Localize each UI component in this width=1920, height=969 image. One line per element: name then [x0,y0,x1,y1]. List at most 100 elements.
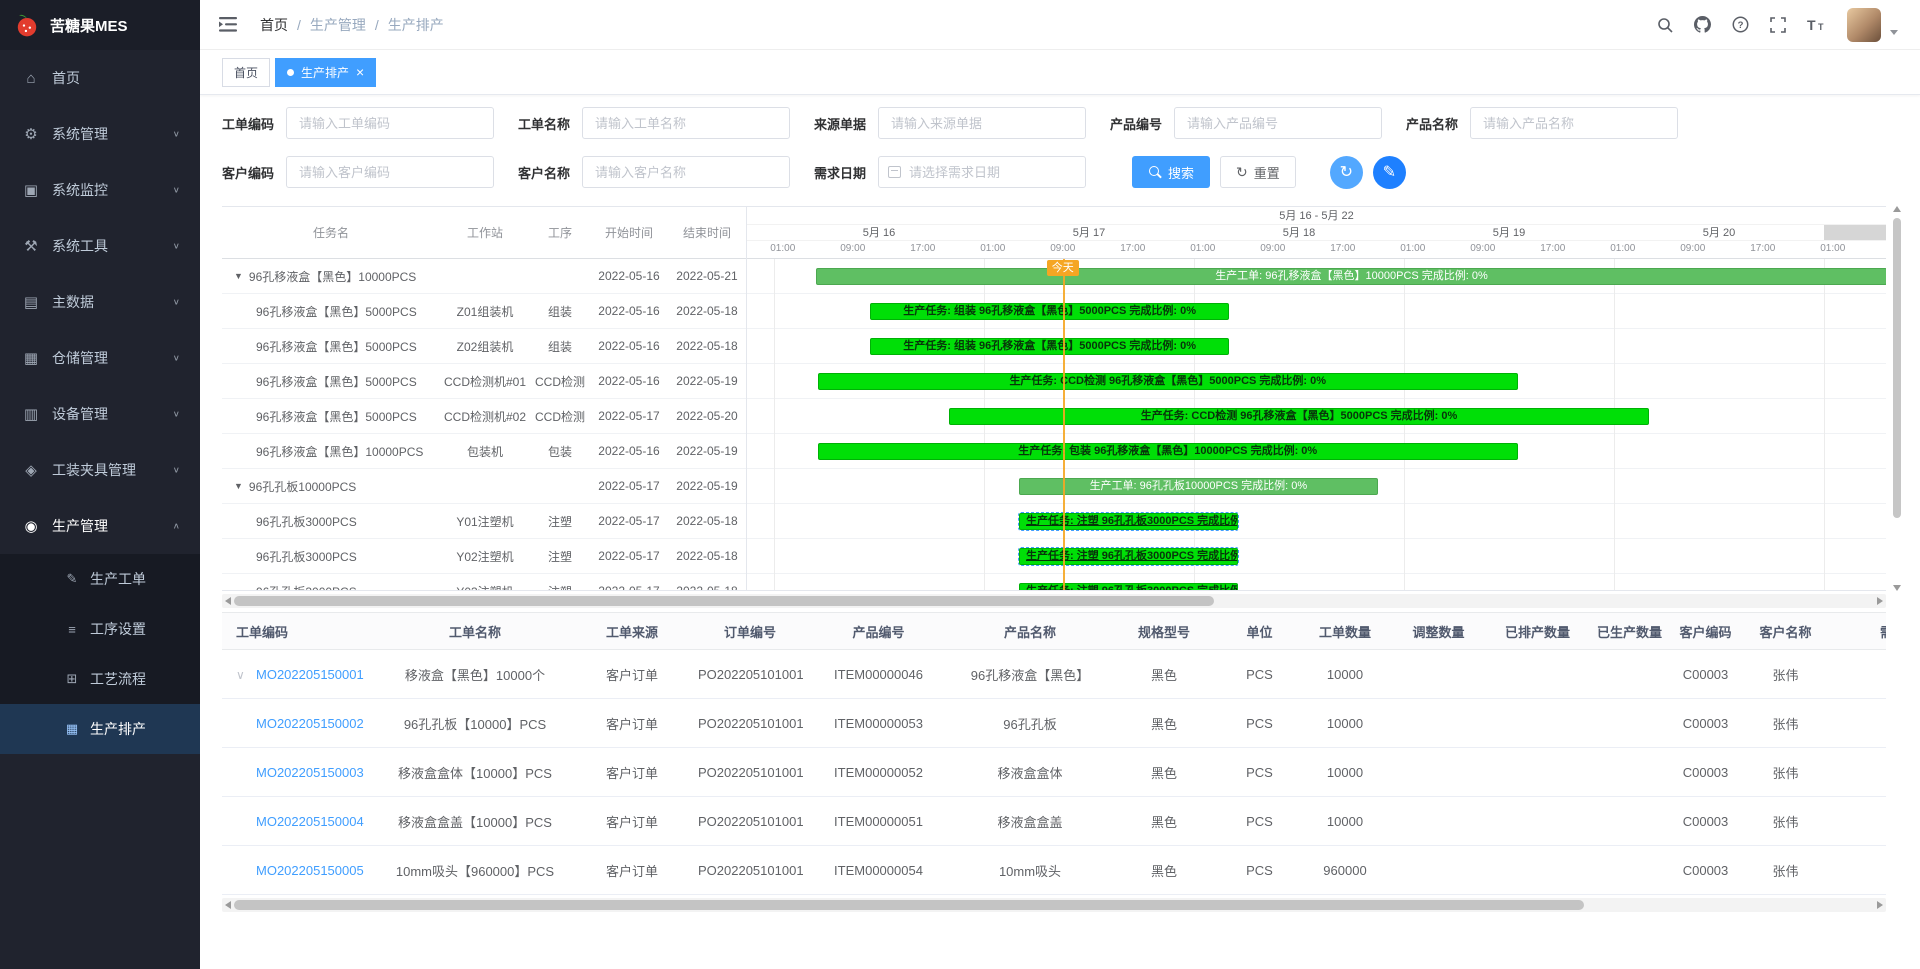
sidebar-item[interactable]: ⚒系统工具∨ [0,218,200,274]
sidebar-subitem-label: 工艺流程 [90,669,146,689]
filter-input[interactable] [1174,107,1382,139]
filter-input[interactable] [286,107,494,139]
search-icon[interactable] [1657,17,1673,33]
breadcrumb-item[interactable]: 首页 [260,15,288,35]
gantt-task-bar[interactable]: 生产任务: 组装 96孔移液盒【黑色】5000PCS 完成比例: 0% [870,303,1229,320]
breadcrumb-separator: / [297,17,301,33]
refresh-circle-button[interactable]: ↻ [1330,156,1363,189]
chevron-down-icon: ∨ [173,465,180,474]
avatar[interactable] [1847,8,1881,42]
sidebar-subitem[interactable]: ≡工序设置 [0,604,200,654]
chevron-down-icon: ∨ [173,185,180,194]
gantt-task-bar[interactable]: 生产任务: 注塑 96孔孔板3000PCS 完成比例: 0% [1019,513,1238,530]
app-logo[interactable]: 苦糖果MES [0,0,200,50]
work-order-link[interactable]: MO202205150004 [256,814,364,829]
gantt-cell: 2022-05-16 [590,444,668,458]
tab-active[interactable]: 生产排产 × [275,58,376,87]
filter-input[interactable] [1470,107,1678,139]
gantt-cell: 2022-05-19 [668,374,746,388]
gantt-cell: 组装 [530,303,590,320]
tab-label: 生产排产 [301,64,349,81]
orders-row: MO202205150003移液盒盒体【10000】PCS客户订单PO20220… [222,748,1886,797]
gantt-task-bar[interactable]: 生产任务: 注塑 96孔孔板3000PCS 完成比例: 0% [1019,548,1238,565]
gantt-task-bar[interactable]: 生产任务: CCD检测 96孔移液盒【黑色】5000PCS 完成比例: 0% [818,373,1518,390]
orders-cell: ITEM00000051 [806,797,951,846]
gantt-task-row: 96孔移液盒【黑色】5000PCSCCD检测机#01CCD检测2022-05-1… [222,364,746,399]
gantt-cell: 2022-05-18 [668,549,746,563]
user-menu-caret-icon[interactable] [1890,30,1898,35]
sidebar-item[interactable]: ▥设备管理∨ [0,386,200,442]
sidebar-item-label: 首页 [52,68,80,88]
row-expand-icon[interactable]: ∨ [236,668,256,682]
sidebar-subitem[interactable]: ▦生产排产 [0,704,200,754]
sidebar-item[interactable]: ▦仓储管理∨ [0,330,200,386]
filter-input[interactable] [582,156,790,188]
sidebar-item[interactable]: ◉生产管理∧ [0,498,200,554]
help-icon[interactable]: ? [1732,16,1749,33]
orders-column-header: 产品编号 [806,613,951,650]
gantt-task-bar[interactable]: 生产任务: 包装 96孔移液盒【黑色】10000PCS 完成比例: 0% [818,443,1518,460]
gantt-task-name: 96孔孔板3000PCS [222,583,440,591]
scrollbar-thumb[interactable] [234,596,1214,606]
work-order-link[interactable]: MO202205150003 [256,765,364,780]
sidebar-toggle-icon[interactable] [200,17,256,32]
scrollbar-thumb[interactable] [234,900,1584,910]
breadcrumb-item[interactable]: 生产管理 [310,15,366,35]
orders-cell: 202 [1831,846,1886,895]
sidebar-subitem[interactable]: ⊞工艺流程 [0,654,200,704]
orders-cell [1487,699,1588,748]
filter-input[interactable] [878,107,1086,139]
font-size-icon[interactable]: TT [1807,17,1826,33]
gantt-cell: 包装机 [440,443,530,460]
orders-row: MO20220515000510mm吸头【960000】PCS客户订单PO202… [222,846,1886,895]
today-marker-line [1063,259,1065,590]
gantt-horizontal-scrollbar[interactable] [222,594,1886,608]
gantt-row-track [747,504,1886,539]
orders-cell: 10mm吸头【960000】PCS [380,846,570,895]
scroll-left-arrow-icon[interactable] [225,901,231,909]
work-order-link[interactable]: MO202205150005 [256,863,364,878]
orders-row: ∨MO202205150001移液盒【黑色】10000个客户订单PO202205… [222,650,1886,699]
scrollbar-thumb[interactable] [1893,218,1901,518]
sidebar-submenu: ✎生产工单≡工序设置⊞工艺流程▦生产排产 [0,554,200,754]
table-horizontal-scrollbar[interactable] [222,898,1886,912]
work-order-link[interactable]: MO202205150001 [256,667,364,682]
edit-circle-button[interactable]: ✎ [1373,156,1406,189]
reset-button[interactable]: ↻重置 [1220,156,1296,188]
scroll-right-arrow-icon[interactable] [1877,901,1883,909]
fullscreen-icon[interactable] [1770,17,1786,33]
gantt-task-bar[interactable]: 生产任务: 组装 96孔移液盒【黑色】5000PCS 完成比例: 0% [870,338,1229,355]
sidebar-item[interactable]: ▣系统监控∨ [0,162,200,218]
tab[interactable]: 首页 [222,58,270,87]
search-button[interactable]: 搜索 [1132,156,1210,188]
gantt-vertical-scrollbar[interactable] [1892,206,1902,591]
gantt-task-bar[interactable]: 生产任务: 注塑 96孔孔板3000PCS 完成比例: 0% [1019,583,1238,590]
collapse-icon[interactable]: ▼ [234,481,243,491]
scroll-down-arrow-icon[interactable] [1893,585,1901,591]
orders-cell: 移液盒盒盖 [951,797,1109,846]
collapse-icon[interactable]: ▼ [234,271,243,281]
demand-date-input[interactable] [878,156,1086,188]
filter-input[interactable] [582,107,790,139]
filter-input[interactable] [286,156,494,188]
orders-cell [1588,650,1671,699]
gantt-order-bar[interactable]: 生产工单: 96孔孔板10000PCS 完成比例: 0% [1019,478,1378,495]
scroll-up-arrow-icon[interactable] [1893,206,1901,212]
orders-cell [1487,748,1588,797]
topbar: 首页/生产管理/生产排产 ? TT [200,0,1920,50]
sidebar-item[interactable]: ◈工装夹具管理∨ [0,442,200,498]
scroll-right-arrow-icon[interactable] [1877,597,1883,605]
gantt-task-bar[interactable]: 生产任务: CCD检测 96孔移液盒【黑色】5000PCS 完成比例: 0% [949,408,1649,425]
github-icon[interactable] [1694,16,1711,33]
gantt-cell: Z01组装机 [440,303,530,320]
scroll-left-arrow-icon[interactable] [225,597,231,605]
tab-close-icon[interactable]: × [356,65,364,79]
gantt-order-bar[interactable]: 生产工单: 96孔移液盒【黑色】10000PCS 完成比例: 0% [816,268,1886,285]
orders-column-header: 产品名称 [951,613,1109,650]
sidebar-item[interactable]: ⚙系统管理∨ [0,106,200,162]
work-order-link[interactable]: MO202205150002 [256,716,364,731]
orders-cell: 10000 [1300,699,1390,748]
sidebar-item[interactable]: ⌂首页 [0,50,200,106]
sidebar-item[interactable]: ▤主数据∨ [0,274,200,330]
sidebar-subitem[interactable]: ✎生产工单 [0,554,200,604]
